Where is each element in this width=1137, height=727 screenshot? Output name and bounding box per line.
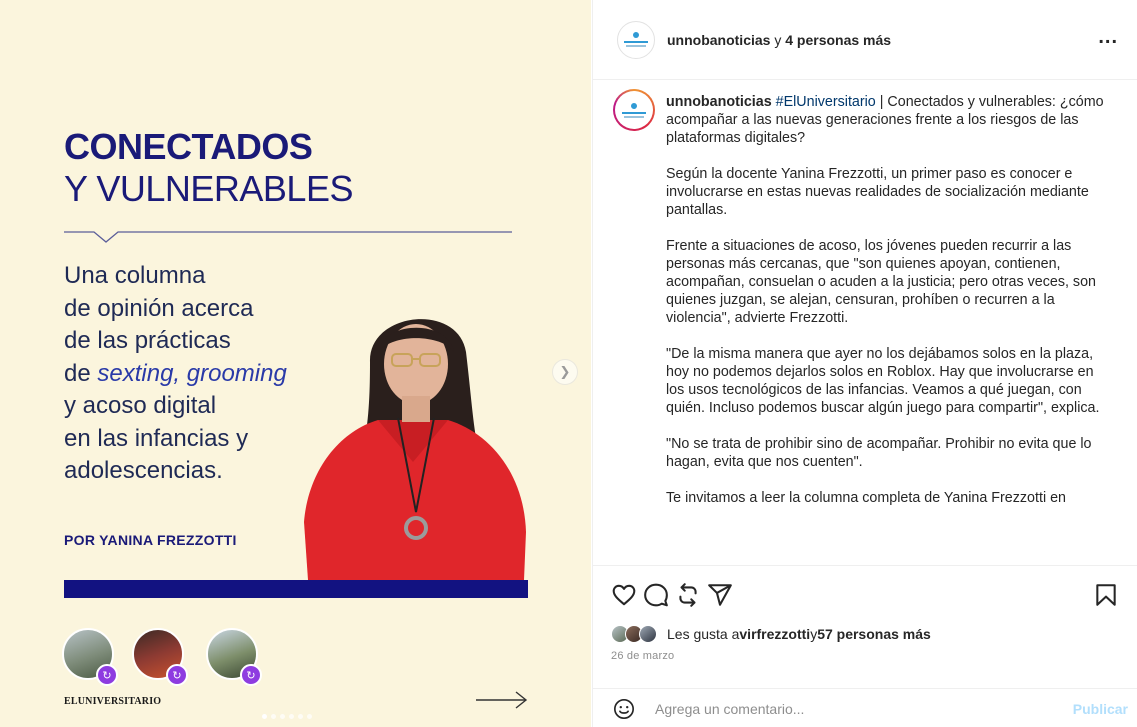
repost-badge-icon: ↻ (166, 664, 188, 686)
media-divider (64, 231, 512, 243)
carousel-dot (289, 714, 294, 719)
more-horizontal-icon[interactable]: ... (1098, 26, 1118, 49)
caption-paragraph: Según la docente Yanina Frezzotti, un pr… (666, 166, 1089, 218)
logo-line (626, 45, 646, 47)
action-bar (593, 565, 1137, 623)
caption-paragraph: Te invitamos a leer la columna completa … (666, 490, 1066, 506)
carousel-dot (298, 714, 303, 719)
logo-dot (631, 102, 637, 109)
carousel-dot (280, 714, 285, 719)
caption-avatar[interactable] (613, 89, 655, 131)
likes-others[interactable]: 57 personas más (817, 626, 931, 642)
brand-logo-text: ELUNIVERSITARIO (64, 696, 162, 707)
header-username[interactable]: unnobanoticias (667, 32, 770, 48)
post-media[interactable]: CONECTADOS Y VULNERABLES Una columna de … (0, 0, 591, 727)
account-avatar (615, 91, 653, 129)
media-title-line2: Y VULNERABLES (64, 168, 353, 209)
carousel-dot (262, 714, 267, 719)
caption-paragraph: Frente a situaciones de acoso, los jóven… (666, 238, 1096, 326)
caption-scroll-area[interactable]: unnobanoticias #ElUniversitario | Conect… (593, 81, 1137, 565)
send-icon[interactable] (707, 582, 733, 608)
caption-text: unnobanoticias #ElUniversitario | Conect… (666, 93, 1114, 525)
repost-badge-icon: ↻ (96, 664, 118, 686)
comment-bar: Publicar (593, 688, 1137, 727)
likes-user[interactable]: virfrezzotti (739, 626, 810, 642)
comment-input[interactable] (655, 699, 1055, 719)
caption-username[interactable]: unnobanoticias (666, 94, 772, 110)
logo-line (622, 111, 646, 114)
subtitle-emphasis: sexting, grooming (97, 359, 287, 387)
publish-button[interactable]: Publicar (1073, 701, 1128, 717)
repost-icon[interactable] (675, 582, 701, 608)
header-others[interactable]: 4 personas más (785, 32, 891, 48)
liker-avatars (611, 625, 661, 643)
post-header: unnobanoticias y 4 personas más ... (593, 0, 1137, 80)
instagram-post-view: CONECTADOS Y VULNERABLES Una columna de … (0, 0, 1137, 727)
heart-icon[interactable] (611, 582, 637, 608)
media-accent-bar (64, 580, 528, 598)
post-panel: unnobanoticias y 4 personas más ... unno… (592, 0, 1137, 727)
author-photo (304, 319, 526, 580)
author-avatar[interactable]: ↻ (206, 628, 262, 686)
header-authors: unnobanoticias y 4 personas más (667, 32, 891, 48)
bookmark-icon[interactable] (1093, 582, 1119, 608)
account-avatar[interactable] (617, 20, 655, 59)
subtitle-line: Una columna (64, 262, 206, 289)
avatar (639, 625, 657, 643)
carousel-indicator (262, 714, 312, 719)
likes-prefix: Les gusta a (667, 626, 740, 642)
caption-hashtag[interactable]: #ElUniversitario (776, 94, 876, 110)
logo-dot (633, 32, 639, 38)
carousel-dot (307, 714, 312, 719)
caption-paragraph: unnobanoticias #ElUniversitario | Conect… (666, 93, 1114, 147)
post-date[interactable]: 26 de marzo (611, 650, 674, 662)
caption-paragraph: "No se trata de prohibir sino de acompañ… (666, 436, 1092, 470)
comment-icon[interactable] (643, 582, 669, 608)
logo-line (624, 115, 644, 118)
carousel-dot (271, 714, 276, 719)
repost-badge-icon: ↻ (240, 664, 262, 686)
media-byline: POR YANINA FREZZOTTI (64, 532, 237, 548)
caption-paragraph: "De la misma manera que ayer no los dejá… (666, 346, 1100, 416)
logo-line (624, 41, 648, 43)
likes-connector: y (810, 626, 818, 642)
media-title-line1: CONECTADOS (64, 126, 313, 167)
header-connector: y (770, 31, 786, 48)
arrow-right-icon (476, 691, 528, 709)
subtitle-prefix: de (64, 359, 98, 387)
author-avatar[interactable]: ↻ (62, 628, 118, 686)
emoji-icon[interactable] (613, 698, 635, 720)
author-avatar[interactable]: ↻ (132, 628, 188, 686)
chevron-right-icon[interactable]: ❯ (552, 359, 578, 385)
likes-summary: Les gusta a virfrezzotti y 57 personas m… (611, 624, 931, 644)
